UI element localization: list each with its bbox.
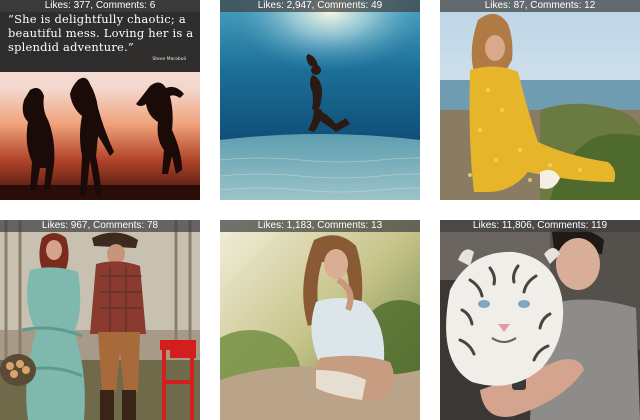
post-image — [0, 220, 200, 420]
post-image — [440, 220, 640, 420]
post-tile[interactable]: Likes: 11,806, Comments: 119 — [440, 220, 640, 420]
quote-author: Steve Maraboli — [152, 57, 186, 62]
post-stats: Likes: 377, Comments: 6 — [0, 0, 200, 12]
post-tile[interactable]: Likes: 967, Comments: 78 — [0, 220, 200, 420]
quote-text: “She is delightfully chaotic; a beautifu… — [8, 12, 194, 54]
post-stats: Likes: 967, Comments: 78 — [0, 220, 200, 232]
post-tile[interactable]: “She is delightfully chaotic; a beautifu… — [0, 0, 200, 200]
post-stats: Likes: 87, Comments: 12 — [440, 0, 640, 12]
post-stats: Likes: 2,947, Comments: 49 — [220, 0, 420, 12]
post-image — [220, 220, 420, 420]
post-stats: Likes: 1,183, Comments: 13 — [220, 220, 420, 232]
post-image — [440, 0, 640, 200]
post-tile[interactable]: Likes: 2,947, Comments: 49 — [220, 0, 420, 200]
post-tile[interactable]: Likes: 87, Comments: 12 — [440, 0, 640, 200]
post-stats: Likes: 11,806, Comments: 119 — [440, 220, 640, 232]
post-image — [220, 0, 420, 200]
post-tile[interactable]: Likes: 1,183, Comments: 13 — [220, 220, 420, 420]
